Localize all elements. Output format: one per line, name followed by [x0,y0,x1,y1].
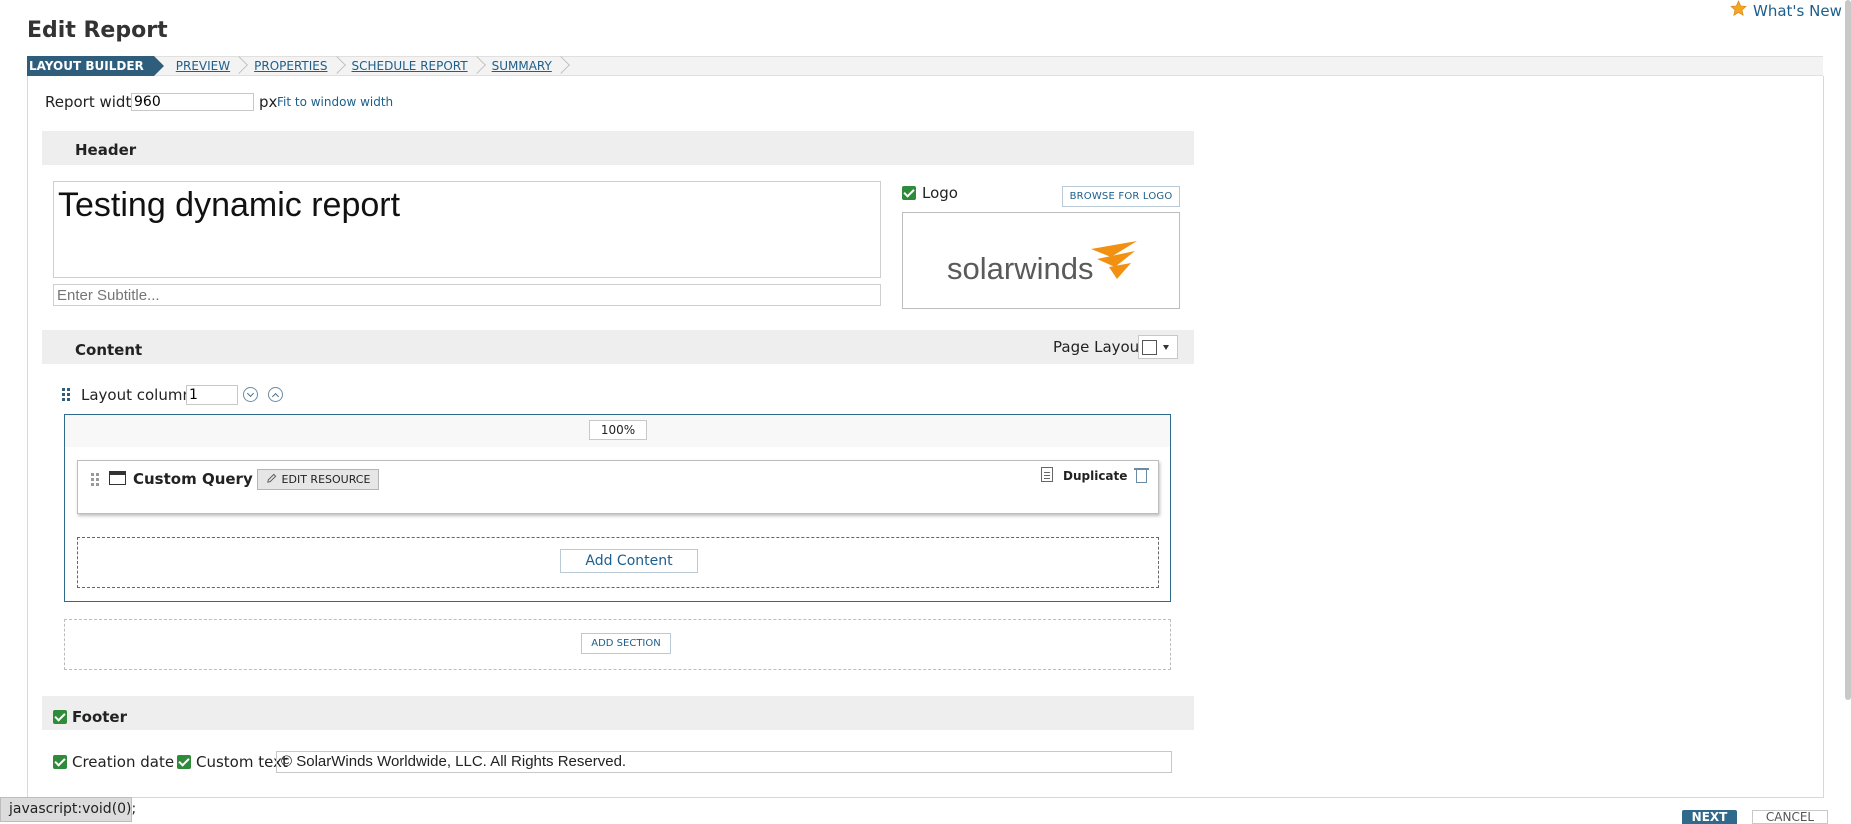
browse-logo-button[interactable]: BROWSE FOR LOGO [1062,186,1180,207]
window-resource-icon [109,471,126,485]
vertical-scrollbar[interactable] [1845,0,1851,700]
wizard-step-label: SCHEDULE REPORT [351,59,468,73]
edit-resource-button[interactable]: EDIT RESOURCE [257,469,379,490]
whats-new-link[interactable]: What's New [1730,0,1842,21]
footer-section-bar [42,696,1194,730]
pencil-icon [266,473,277,487]
content-section-bar [42,330,1194,364]
custom-text-label: Custom text [196,753,288,771]
wizard-step-summary[interactable]: SUMMARY [482,56,570,76]
logo-preview: solarwinds [902,212,1180,309]
chevron-right-icon [551,56,570,74]
footer-section-title: Footer [72,708,127,726]
whats-new-label: What's New [1753,1,1842,20]
header-section-title: Header [75,141,137,159]
page-title: Edit Report [27,18,168,43]
checkbox-checked-icon [53,755,67,769]
trash-icon[interactable] [1134,468,1149,483]
increase-columns-button[interactable] [268,387,283,402]
chevron-down-icon [246,389,255,397]
column-width-input[interactable]: 100% [589,420,647,440]
wizard-step-label: LAYOUT BUILDER [29,59,144,73]
drag-handle-icon[interactable] [62,388,70,401]
edit-resource-label: EDIT RESOURCE [281,473,371,486]
dropdown-arrow-icon [1163,344,1169,350]
duplicate-button[interactable]: Duplicate [1063,469,1127,483]
wizard-steps: LAYOUT BUILDER PREVIEW PROPERTIES SCHEDU… [27,56,1823,76]
page-layout-dropdown[interactable] [1138,335,1178,359]
report-width-label: Report width [45,93,141,111]
report-width-unit: px [259,93,278,111]
solarwinds-logo: solarwinds [947,240,1137,286]
logo-wordmark: solarwinds [947,251,1093,286]
logo-checkbox[interactable]: Logo [902,184,958,202]
resource-title: Custom Query [133,470,253,488]
chevron-up-icon [271,392,280,400]
duplicate-icon[interactable] [1041,467,1053,482]
add-section-button[interactable]: ADD SECTION [581,633,671,654]
layout-columns-input[interactable] [186,385,238,405]
creation-date-checkbox[interactable]: Creation date [53,753,174,771]
subtitle-input[interactable] [53,284,881,306]
creation-date-label: Creation date [72,753,175,771]
report-width-input[interactable] [131,93,254,111]
checkbox-checked-icon [53,710,67,724]
browser-status-bar: javascript:void(0); [0,797,136,822]
content-section-title: Content [75,341,143,359]
add-content-button[interactable]: Add Content [560,549,698,573]
custom-text-checkbox[interactable]: Custom text [177,753,288,771]
layout-columns-label: Layout columns [81,386,200,404]
wizard-step-preview[interactable]: PREVIEW [166,56,249,76]
checkbox-checked-icon [902,186,916,200]
wizard-step-layout-builder[interactable]: LAYOUT BUILDER [27,56,164,76]
wizard-step-label: PREVIEW [175,59,231,73]
footer-checkbox[interactable]: Footer [53,708,127,726]
decrease-columns-button[interactable] [243,387,258,402]
custom-text-input[interactable]: © SolarWinds Worldwide, LLC. All Rights … [276,751,1172,773]
page-layout-label: Page Layout [1053,338,1146,356]
header-section-bar [42,131,1194,165]
fit-to-window-link[interactable]: Fit to window width [277,95,393,109]
star-icon [1730,0,1747,21]
checkbox-checked-icon [177,755,191,769]
report-title-input[interactable]: Testing dynamic report [53,181,881,278]
wizard-step-label: PROPERTIES [254,59,328,73]
wizard-step-properties[interactable]: PROPERTIES [244,56,346,76]
single-column-layout-icon [1142,339,1157,355]
logo-checkbox-label: Logo [922,184,958,202]
drag-handle-icon[interactable] [91,473,99,486]
wizard-step-schedule-report[interactable]: SCHEDULE REPORT [342,56,486,76]
wizard-step-label: SUMMARY [491,59,552,73]
